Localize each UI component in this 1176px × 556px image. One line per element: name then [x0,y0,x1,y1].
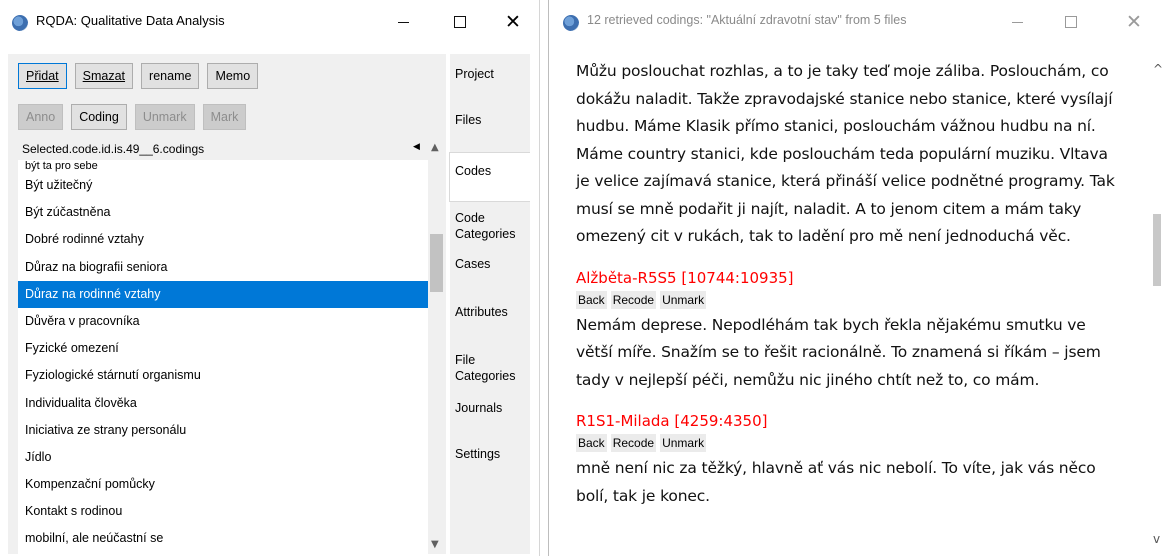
coding-citation: Alžběta-R5S5 [10744:10935] [576,268,794,287]
retrieved-codings-window: 12 retrieved codings: "Aktuální zdravotn… [548,0,1176,556]
codes-list[interactable]: být ta pro sebe Být užitečný Být zúčastn… [18,160,428,554]
minimize-icon[interactable] [380,8,426,36]
codings-title-bar: 12 retrieved codings: "Aktuální zdravotn… [549,0,1176,44]
coding-button[interactable]: Coding [71,104,127,130]
scrollbar-thumb[interactable] [430,234,443,292]
list-item[interactable]: Být užitečný [18,172,428,199]
list-item[interactable]: Důraz na biografii seniora [18,254,428,281]
tab-code-categories[interactable]: Code Categories [450,210,526,242]
coding-citation: R1S1-Milada [4259:4350] [576,412,768,430]
coding-text-block: mně není nic za těžký, hlavně ať vás nic… [576,455,1133,510]
list-item[interactable]: mobilní, ale neúčastní se [18,525,428,552]
main-tabs: Project Files Codes Code Categories Case… [449,54,530,554]
text-line: tady v nejlepší péči, nemůžu nic jiného … [576,370,1040,389]
text-line: mně není nic za těžký, hlavně ať vás nic… [576,459,1096,477]
delete-code-label: Smazat [82,69,126,83]
recode-button[interactable]: Recode [610,434,657,452]
rqda-app-icon [12,15,28,31]
add-code-label: Přidat [26,69,59,83]
back-button[interactable]: Back [576,290,607,309]
back-button[interactable]: Back [576,434,607,452]
list-item[interactable]: být ta pro sebe [18,160,428,172]
text-line: Máme country stanici, kde poslouchám ted… [576,144,1108,163]
tab-journals[interactable]: Journals [450,400,530,416]
list-item[interactable]: Být zúčastněna [18,199,428,226]
rqda-main-window: RQDA: Qualitative Data Analysis ✕ Přidat… [0,0,540,556]
codings-window-title: 12 retrieved codings: "Aktuální zdravotn… [587,13,907,27]
recode-button[interactable]: Recode [610,290,657,309]
list-item[interactable]: Individualita člověka [18,390,428,417]
coding-actions: Back Recode Unmark [576,434,1133,452]
delete-code-button[interactable]: Smazat [74,63,134,89]
codings-text-area[interactable]: Můžu poslouchat rozhlas, a to je taky te… [549,44,1145,556]
scrollbar-thumb[interactable] [1153,214,1161,286]
codings-app-icon [563,15,579,31]
scroll-down-icon[interactable]: ▼ [431,539,439,550]
list-item[interactable]: Dobré rodinné vztahy [18,226,428,253]
add-code-button[interactable]: Přidat [18,63,67,89]
unmark-coding-button[interactable]: Unmark [660,434,707,452]
anno-button[interactable]: Anno [18,104,64,130]
text-line: omezený cit v rukách, tak to ladění pro … [576,227,1071,245]
unmark-button[interactable]: Unmark [134,104,195,130]
tab-files[interactable]: Files [450,112,530,128]
rqda-title-bar: RQDA: Qualitative Data Analysis ✕ [0,0,539,44]
maximize-icon[interactable] [1048,8,1094,36]
list-item[interactable]: Důvěra v pracovníka [18,308,428,335]
scroll-down-icon[interactable]: v [1153,532,1160,546]
scroll-left-icon[interactable]: ◀ [413,142,420,152]
text-line: větší míře. Snažím se to řešit racionáln… [576,343,1101,361]
text-line: musí se mně podařit ji najít, naladit. A… [576,199,1082,218]
tab-codes[interactable]: Codes [449,152,530,202]
codes-list-scrollbar[interactable]: ▲ ▼ [428,136,445,554]
coding-text-block: Můžu poslouchat rozhlas, a to je taky te… [576,58,1133,251]
rqda-window-title: RQDA: Qualitative Data Analysis [36,13,225,28]
coding-actions: Back Recode Unmark [576,290,1133,309]
text-line: je velice zajímavá stanice, která přináš… [576,172,1115,190]
text-line: dokážu naladit. Takže zpravodajské stani… [576,89,1113,108]
selected-code-label: Selected.code.id.is.49__6.codings [22,142,205,156]
close-icon[interactable]: ✕ [490,8,536,36]
codings-scrollbar[interactable]: ^ v [1145,44,1171,556]
text-line: bolí, tak je konec. [576,486,710,505]
codes-toolbar-row-2: Anno Coding Unmark Mark [18,104,247,130]
list-item[interactable]: Kompenzační pomůcky [18,471,428,498]
tab-project[interactable]: Project [450,66,530,82]
list-item[interactable]: Jídlo [18,444,428,471]
memo-button[interactable]: Memo [207,63,259,89]
text-line: hudbu. Máme Klasik přímo stanici, poslou… [576,117,1096,135]
codes-toolbar-row-1: Přidat Smazat rename Memo [18,63,259,89]
codes-pane: Přidat Smazat rename Memo Anno Coding Un… [8,54,446,554]
minimize-icon[interactable] [994,8,1040,36]
list-item[interactable]: Iniciativa ze strany personálu [18,417,428,444]
scroll-up-icon[interactable]: ^ [1153,62,1163,76]
tab-settings[interactable]: Settings [450,446,530,462]
maximize-icon[interactable] [437,8,483,36]
list-item[interactable]: Fyziologické stárnutí organismu [18,362,428,389]
tab-file-categories[interactable]: File Categories [450,352,526,384]
coding-text-block: Nemám deprese. Nepodléhám tak bych řekla… [576,312,1133,395]
unmark-coding-button[interactable]: Unmark [660,290,707,309]
scroll-up-icon[interactable]: ▲ [431,142,439,153]
tab-attributes[interactable]: Attributes [450,304,530,320]
list-item[interactable]: Fyzické omezení [18,335,428,362]
text-line: Můžu poslouchat rozhlas, a to je taky te… [576,62,1109,80]
list-item[interactable]: Kontakt s rodinou [18,498,428,525]
tab-cases[interactable]: Cases [450,256,530,272]
text-line: Nemám deprese. Nepodléhám tak bych řekla… [576,315,1086,334]
mark-button[interactable]: Mark [202,104,247,130]
rename-code-button[interactable]: rename [141,63,200,89]
list-item-selected[interactable]: Důraz na rodinné vztahy [18,280,428,308]
close-icon[interactable]: ✕ [1111,8,1157,36]
